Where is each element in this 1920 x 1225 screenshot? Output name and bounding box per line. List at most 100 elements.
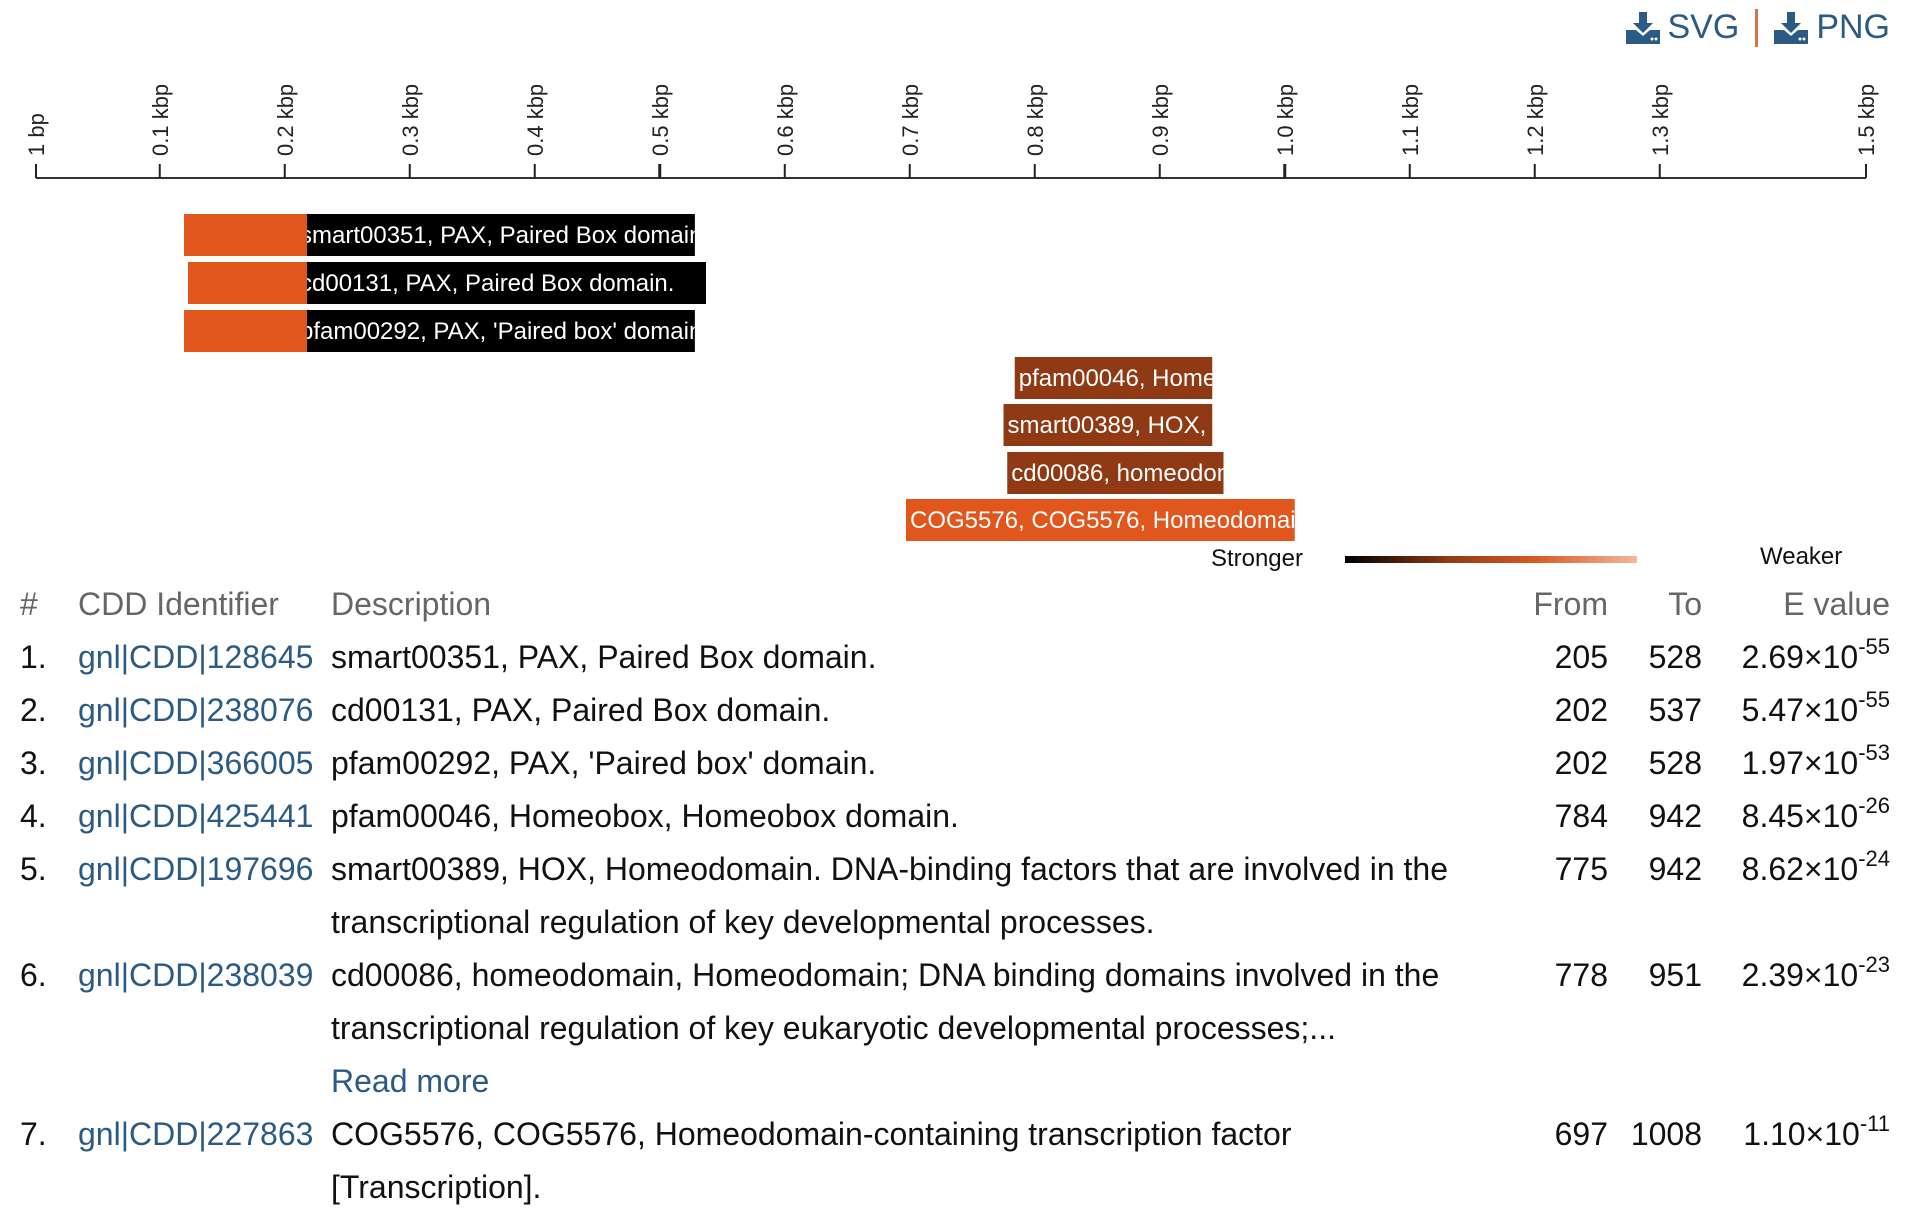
axis-tick-label: 1 bp: [24, 113, 49, 156]
row-from: 778: [1554, 957, 1608, 993]
axis-tick-label: 0.3 kbp: [398, 84, 423, 156]
row-to: 1008: [1630, 1116, 1702, 1152]
axis-tick-label: 1.1 kbp: [1398, 84, 1423, 156]
domain-bar-overlay: [184, 214, 307, 256]
evalue-base: 5.47×10: [1741, 692, 1859, 728]
row-number: 3.: [20, 745, 47, 781]
cdd-identifier-link[interactable]: gnl|CDD|366005: [78, 737, 313, 790]
row-description: COG5576, COG5576, Homeodomain-containing…: [331, 1108, 1506, 1214]
domain-bar-group[interactable]: cd00131, PAX, Paired Box domain.: [188, 262, 706, 304]
axis-tick-label: 0.5 kbp: [648, 84, 673, 156]
row-from: 202: [1554, 745, 1608, 781]
row-to: 528: [1648, 745, 1702, 781]
domain-bar-group[interactable]: smart00351, PAX, Paired Box domain: [184, 214, 702, 256]
row-to: 942: [1648, 851, 1702, 887]
header-evalue: E value: [1783, 586, 1890, 622]
domain-bar-group[interactable]: smart00389, HOX, Homeodomain.: [1003, 404, 1376, 446]
sequence-axis: 1 bp 0.1 kbp 0.2 kbp 0.3 kbp 0.4 kbp 0.5 kbp 0…: [24, 84, 1879, 179]
description-text: cd00086, homeodomain, Homeodomain; DNA b…: [331, 957, 1440, 1046]
axis-tick-label: 1.0 kbp: [1273, 84, 1298, 156]
domain-bar-label: COG5576, COG5576, Homeodomain: [910, 507, 1309, 534]
evalue-exponent: -55: [1858, 634, 1890, 659]
domain-bar-label: cd00086, homeodomain, Homeodomain: [1011, 460, 1438, 487]
evalue-base: 2.69×10: [1741, 639, 1859, 675]
cdd-identifier-link[interactable]: gnl|CDD|238039: [78, 949, 313, 1002]
header-from: From: [1533, 586, 1608, 622]
row-number: 4.: [20, 798, 47, 834]
legend-gradient-bar: [1345, 556, 1637, 563]
table-header: # CDD Identifier Description From To E v…: [0, 578, 1920, 631]
row-number: 5.: [20, 851, 47, 887]
table-row: 3. gnl|CDD|366005 pfam00292, PAX, 'Paired …: [0, 737, 1920, 790]
domain-bar-label: cd00131, PAX, Paired Box domain.: [300, 270, 674, 297]
row-number: 7.: [20, 1116, 47, 1152]
cdd-identifier-link[interactable]: gnl|CDD|197696: [78, 843, 313, 896]
row-from: 205: [1554, 639, 1608, 675]
row-description: pfam00046, Homeobox, Homeobox domain.: [331, 790, 1506, 843]
table-row: 1. gnl|CDD|128645 smart00351, PAX, Paired …: [0, 631, 1920, 684]
cdd-identifier-link[interactable]: gnl|CDD|128645: [78, 631, 313, 684]
axis-tick-label: 1.3 kbp: [1648, 84, 1673, 156]
row-from: 775: [1554, 851, 1608, 887]
legend-stronger-label: Stronger: [1211, 545, 1303, 572]
legend-weaker-label: Weaker: [1760, 543, 1842, 570]
axis-tick-label: 0.1 kbp: [148, 84, 173, 156]
read-more-link[interactable]: Read more: [331, 1055, 1506, 1108]
row-to: 537: [1648, 692, 1702, 728]
axis-tick-label: 0.8 kbp: [1023, 84, 1048, 156]
domain-bars: smart00351, PAX, Paired Box domain cd0013…: [184, 214, 1490, 541]
row-evalue: 8.45×10-26: [1742, 790, 1890, 843]
description-text: COG5576, COG5576, Homeodomain-containing…: [331, 1116, 1292, 1205]
axis-tick-label: 0.6 kbp: [773, 84, 798, 156]
description-text: pfam00292, PAX, 'Paired box' domain.: [331, 745, 877, 781]
evalue-exponent: -55: [1858, 687, 1890, 712]
row-to: 951: [1648, 957, 1702, 993]
domain-bar-label: smart00351, PAX, Paired Box domain: [300, 222, 702, 249]
evalue-base: 1.97×10: [1741, 745, 1859, 781]
cdd-identifier-link[interactable]: gnl|CDD|238076: [78, 684, 313, 737]
row-from: 202: [1554, 692, 1608, 728]
domain-bar-overlay: [184, 310, 307, 352]
table-row: 2. gnl|CDD|238076 cd00131, PAX, Paired Box…: [0, 684, 1920, 737]
evalue-base: 8.45×10: [1741, 798, 1859, 834]
header-num: #: [20, 586, 38, 622]
row-evalue: 5.47×10-55: [1742, 684, 1890, 737]
domain-bar-group[interactable]: cd00086, homeodomain, Homeodomain: [1007, 452, 1438, 494]
row-description: cd00131, PAX, Paired Box domain.: [331, 684, 1506, 737]
row-evalue: 2.69×10-55: [1742, 631, 1890, 684]
row-from: 784: [1554, 798, 1608, 834]
row-evalue: 1.97×10-53: [1742, 737, 1890, 790]
header-to: To: [1668, 586, 1702, 622]
domain-bar-group[interactable]: pfam00292, PAX, 'Paired box' domain: [184, 310, 702, 352]
axis-tick-label: 0.9 kbp: [1148, 84, 1173, 156]
axis-tick-label: 0.4 kbp: [523, 84, 548, 156]
header-cdd-identifier: CDD Identifier: [78, 586, 279, 622]
evalue-exponent: -23: [1858, 952, 1890, 977]
evalue-base: 1.10×10: [1743, 1116, 1860, 1152]
row-to: 528: [1648, 639, 1702, 675]
domain-bar-group[interactable]: COG5576, COG5576, Homeodomain: [906, 499, 1309, 541]
table-row: 4. gnl|CDD|425441 pfam00046, Homeobox, Hom…: [0, 790, 1920, 843]
description-text: smart00389, HOX, Homeodomain. DNA-bindin…: [331, 851, 1448, 940]
row-description: smart00389, HOX, Homeodomain. DNA-bindin…: [331, 843, 1506, 949]
evalue-exponent: -24: [1858, 846, 1890, 871]
axis-tick-label: 1.5 kbp: [1854, 84, 1879, 156]
axis-tick-label: 1.2 kbp: [1523, 84, 1548, 156]
row-evalue: 2.39×10-23: [1742, 949, 1890, 1002]
evalue-exponent: -26: [1858, 793, 1890, 818]
axis-tick-label: 0.2 kbp: [273, 84, 298, 156]
cdd-identifier-link[interactable]: gnl|CDD|227863: [78, 1108, 313, 1161]
domain-bar-overlay: [188, 262, 307, 304]
evalue-base: 2.39×10: [1741, 957, 1859, 993]
row-number: 1.: [20, 639, 47, 675]
evalue-exponent: -11: [1859, 1111, 1890, 1136]
domain-bar-group[interactable]: pfam00046, Homeobox, Homeobox domain.: [1014, 357, 1490, 399]
description-text: smart00351, PAX, Paired Box domain.: [331, 639, 877, 675]
evalue-base: 8.62×10: [1741, 851, 1859, 887]
domain-table: # CDD Identifier Description From To E v…: [0, 578, 1920, 1214]
header-description: Description: [331, 586, 492, 622]
row-description: cd00086, homeodomain, Homeodomain; DNA b…: [331, 949, 1506, 1108]
row-evalue: 8.62×10-24: [1742, 843, 1890, 896]
cdd-identifier-link[interactable]: gnl|CDD|425441: [78, 790, 313, 843]
row-number: 6.: [20, 957, 47, 993]
